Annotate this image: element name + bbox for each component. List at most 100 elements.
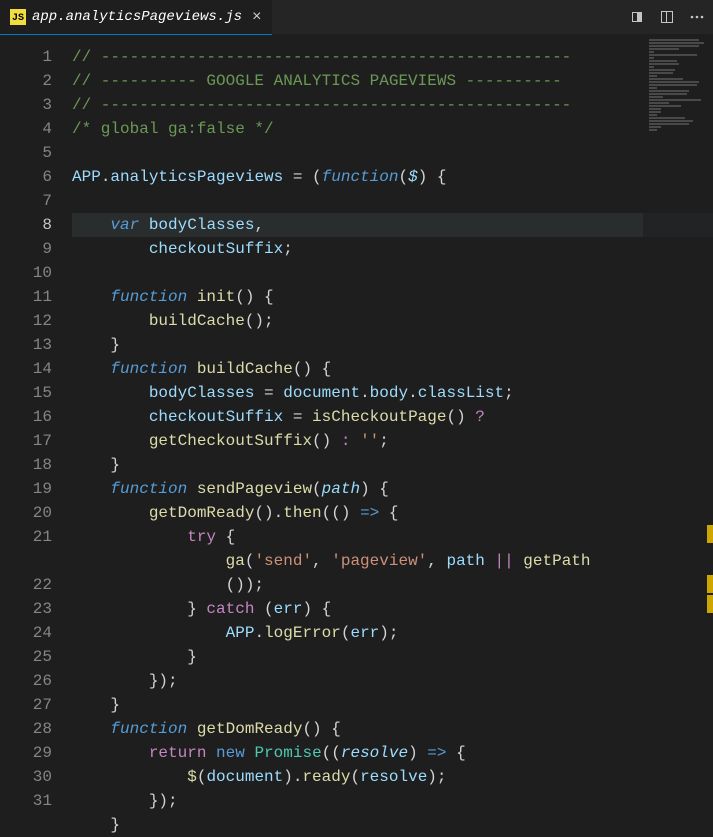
string: 'pageview' [331, 552, 427, 570]
call: ga [226, 552, 245, 570]
line-number: 22 [0, 573, 52, 597]
param: resolve [341, 744, 408, 762]
keyword: catch [206, 600, 254, 618]
line-number: 19 [0, 477, 52, 501]
line-number: 30 [0, 765, 52, 789]
tab-bar: JS app.analyticsPageviews.js × [0, 0, 713, 35]
line-number: 12 [0, 309, 52, 333]
line-number: 26 [0, 669, 52, 693]
function-name: init [197, 288, 235, 306]
line-number: 6 [0, 165, 52, 189]
line-number: 28 [0, 717, 52, 741]
line-number: 27 [0, 693, 52, 717]
line-number: 23 [0, 597, 52, 621]
ruler-warning-mark [707, 595, 713, 613]
code-content[interactable]: // -------------------------------------… [72, 35, 713, 837]
token: analyticsPageviews [110, 168, 283, 186]
line-number: 7 [0, 189, 52, 213]
function-name: sendPageview [197, 480, 312, 498]
line-number: 24 [0, 621, 52, 645]
editor-actions [629, 9, 705, 25]
token: body [370, 384, 408, 402]
function-name: buildCache [197, 360, 293, 378]
comment: // -------------------------------------… [72, 48, 571, 66]
line-number: 25 [0, 645, 52, 669]
toggle-sidebar-icon[interactable] [629, 9, 645, 25]
keyword: return [149, 744, 207, 762]
line-number: 21 [0, 525, 52, 549]
comment: // -------------------------------------… [72, 96, 571, 114]
call: ready [302, 768, 350, 786]
keyword: try [187, 528, 216, 546]
token: path [446, 552, 484, 570]
line-number: 3 [0, 93, 52, 117]
param: $ [408, 168, 418, 186]
line-number [0, 549, 52, 573]
token: document [283, 384, 360, 402]
minimap[interactable] [643, 35, 713, 837]
line-number-gutter: 1234567891011121314151617181920212223242… [0, 35, 72, 837]
ruler-warning-mark [707, 575, 713, 593]
call: getCheckoutSuffix [149, 432, 312, 450]
line-number: 14 [0, 357, 52, 381]
param: path [322, 480, 360, 498]
editor-tab[interactable]: JS app.analyticsPageviews.js × [0, 0, 272, 35]
call: then [283, 504, 321, 522]
call: isCheckoutPage [312, 408, 446, 426]
token: APP [226, 624, 255, 642]
comment: // ---------- GOOGLE ANALYTICS PAGEVIEWS… [72, 72, 562, 90]
function-name: getDomReady [197, 720, 303, 738]
tab-close-icon[interactable]: × [252, 8, 262, 26]
comment: /* global ga:false */ [72, 120, 274, 138]
current-line: var bodyClasses, [72, 213, 713, 237]
line-number: 2 [0, 69, 52, 93]
line-number: 4 [0, 117, 52, 141]
split-editor-icon[interactable] [659, 9, 675, 25]
token: err [350, 624, 379, 642]
keyword: function [110, 360, 187, 378]
keyword: function [322, 168, 399, 186]
keyword: function [110, 720, 187, 738]
line-number: 15 [0, 381, 52, 405]
keyword: function [110, 288, 187, 306]
call: $ [187, 768, 197, 786]
line-number: 5 [0, 141, 52, 165]
ruler-warning-mark [707, 525, 713, 543]
line-number: 10 [0, 261, 52, 285]
line-number: 9 [0, 237, 52, 261]
line-number: 16 [0, 405, 52, 429]
call: getDomReady [149, 504, 255, 522]
call: getPath [523, 552, 590, 570]
keyword: var [110, 216, 139, 234]
line-number: 29 [0, 741, 52, 765]
token: bodyClasses [149, 216, 255, 234]
line-number: 11 [0, 285, 52, 309]
editor-area: 1234567891011121314151617181920212223242… [0, 35, 713, 837]
call: logError [264, 624, 341, 642]
token: bodyClasses [149, 384, 255, 402]
line-number: 13 [0, 333, 52, 357]
token: err [274, 600, 303, 618]
string: '' [360, 432, 379, 450]
token: checkoutSuffix [149, 240, 283, 258]
token: APP [72, 168, 101, 186]
keyword: function [110, 480, 187, 498]
call: buildCache [149, 312, 245, 330]
more-actions-icon[interactable] [689, 9, 705, 25]
token: classList [418, 384, 504, 402]
token: resolve [360, 768, 427, 786]
line-number: 31 [0, 789, 52, 813]
tab-filename: app.analyticsPageviews.js [32, 9, 242, 25]
keyword: new [216, 744, 245, 762]
token: checkoutSuffix [149, 408, 283, 426]
line-number: 8 [0, 213, 52, 237]
line-number: 20 [0, 501, 52, 525]
line-number: 18 [0, 453, 52, 477]
line-number: 1 [0, 45, 52, 69]
overview-ruler[interactable] [705, 35, 713, 837]
type: Promise [254, 744, 321, 762]
string: 'send' [254, 552, 312, 570]
token: document [206, 768, 283, 786]
line-number: 17 [0, 429, 52, 453]
js-file-icon: JS [10, 9, 26, 25]
